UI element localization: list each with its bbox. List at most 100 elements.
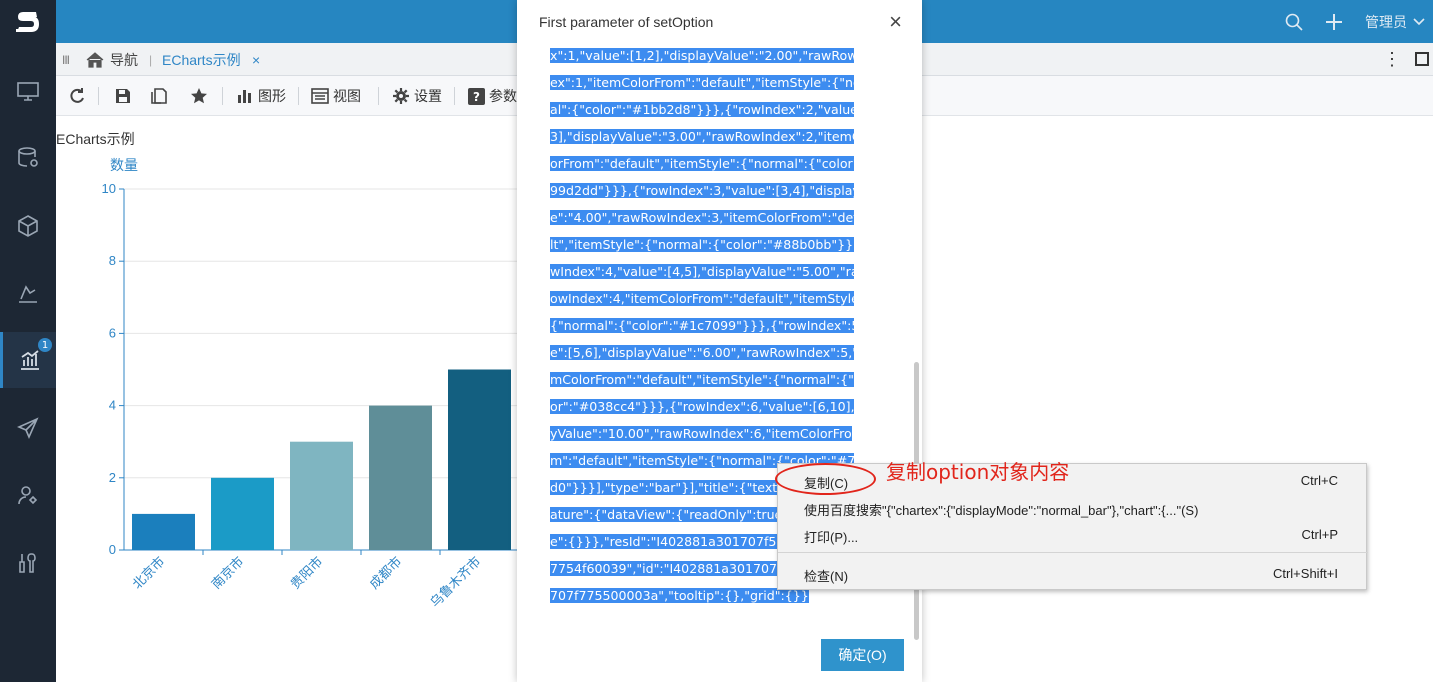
tab-echarts-example[interactable]: ECharts示例	[162, 43, 241, 76]
menu-divider	[778, 552, 1368, 553]
dialog-title: First parameter of setOption	[539, 14, 714, 30]
ok-button[interactable]: 确定(O)	[821, 639, 904, 671]
bar	[369, 405, 432, 550]
settings-button-label: 设置	[414, 88, 442, 104]
add-icon[interactable]	[1325, 13, 1343, 31]
params-button-label: 参数	[489, 88, 517, 104]
code-line: yValue":"10.00","rawRowIndex":6,"itemCol…	[550, 426, 852, 441]
search-icon[interactable]	[1285, 13, 1303, 31]
rail-item-cube[interactable]	[0, 198, 56, 254]
bar	[290, 441, 353, 550]
notification-badge: 1	[38, 338, 52, 352]
x-tick-label: 贵阳市	[287, 554, 325, 592]
breadcrumb-separator: |	[149, 52, 153, 67]
code-line: x":1,"value":[1,2],"displayValue":"2.00"…	[550, 42, 854, 69]
home-icon[interactable]	[86, 43, 104, 76]
tools-icon	[19, 553, 36, 573]
code-line: 3],"displayValue":"3.00","rawRowIndex":2…	[550, 123, 854, 150]
y-tick-label: 8	[109, 253, 116, 268]
bar	[211, 477, 274, 550]
code-line: al":{"color":"#1bb2d8"}}},{"rowIndex":2,…	[550, 96, 854, 123]
code-line: wIndex":4,"value":[4,5],"displayValue":"…	[550, 258, 854, 285]
code-line: 99d2dd"}}},{"rowIndex":3,"value":[3,4],"…	[550, 177, 854, 204]
code-line: ex":1,"itemColorFrom":"default","itemSty…	[550, 69, 854, 96]
help-icon: ?	[467, 87, 485, 105]
rail-item-send[interactable]	[0, 400, 56, 456]
send-icon	[17, 417, 39, 439]
settings-button[interactable]: 设置	[392, 76, 442, 116]
params-button[interactable]: ? 参数	[467, 76, 517, 116]
view-icon	[311, 87, 329, 105]
menu-item-shortcut: Ctrl+C	[1300, 473, 1338, 488]
app-logo[interactable]	[0, 0, 56, 43]
code-line: {"normal":{"color":"#1c7099"}}},{"rowInd…	[550, 312, 854, 339]
save-icon	[114, 87, 132, 105]
rail-item-reports[interactable]: 1	[0, 332, 56, 388]
x-tick-label: 北京市	[129, 554, 167, 592]
y-axis-label: 数量	[110, 157, 138, 173]
x-tick-label: 成都市	[366, 554, 404, 592]
x-tick-label: 南京市	[208, 554, 246, 592]
menu-item-inspect[interactable]: 检查(N) Ctrl+Shift+I	[778, 561, 1368, 587]
rail-item-tools[interactable]	[0, 535, 56, 591]
database-gear-icon	[18, 147, 38, 167]
left-rail: 1	[0, 0, 56, 682]
window-restore-icon[interactable]	[1415, 52, 1429, 66]
code-line: owIndex":4,"itemColorFrom":"default","it…	[550, 285, 854, 312]
cube-icon	[18, 215, 38, 237]
annotation-text: 复制option对象内容	[886, 460, 1070, 484]
x-tick-label: 乌鲁木齐市	[427, 554, 484, 611]
chart-button-label: 图形	[258, 88, 286, 104]
svg-text:?: ?	[473, 90, 480, 104]
chart-button[interactable]: 图形	[236, 76, 286, 116]
menu-item-shortcut: Ctrl+Shift+I	[1272, 566, 1338, 581]
y-tick-label: 2	[109, 470, 116, 485]
user-menu[interactable]: 管理员	[1365, 12, 1425, 32]
save-button[interactable]	[114, 76, 132, 116]
bar-chart: 数量 0 2 4 6 8 10 北京市 南京市 贵阳市 成都市 乌鲁木齐市	[102, 157, 526, 611]
monitor-icon	[17, 82, 39, 101]
close-icon[interactable]: ×	[889, 11, 902, 33]
save-as-button[interactable]	[150, 76, 168, 116]
annotation-circle	[775, 463, 876, 495]
user-settings-icon	[18, 486, 38, 505]
bar	[448, 369, 511, 550]
rail-item-user-settings[interactable]	[0, 467, 56, 523]
more-options-icon[interactable]: ⋮	[1383, 43, 1401, 76]
menu-item-label: 使用百度搜索"{"chartex":{"displayMode":"normal…	[804, 503, 1199, 518]
favorite-button[interactable]	[190, 76, 208, 116]
code-line: or":"#038cc4"}}},{"rowIndex":6,"value":[…	[550, 393, 854, 420]
y-tick-label: 4	[109, 398, 116, 413]
nav-breadcrumb[interactable]: 导航	[110, 43, 138, 76]
code-line: lt","itemStyle":{"normal":{"color":"#88b…	[550, 231, 854, 258]
dialog-header: First parameter of setOption ×	[517, 0, 922, 44]
rail-item-monitor[interactable]	[0, 63, 56, 119]
rail-item-database[interactable]	[0, 130, 56, 186]
view-button-label: 视图	[333, 88, 361, 104]
y-tick-label: 6	[109, 325, 116, 340]
menu-item-label: 打印(P)...	[804, 530, 859, 545]
gear-icon	[392, 87, 410, 105]
menu-item-label: 检查(N)	[804, 569, 849, 584]
menu-item-shortcut: Ctrl+P	[1301, 527, 1338, 542]
y-tick-label: 0	[109, 542, 116, 557]
bar-chart-icon	[236, 87, 254, 105]
menu-item-print[interactable]: 打印(P)... Ctrl+P	[778, 522, 1368, 548]
refresh-button[interactable]	[68, 76, 86, 116]
code-line: e":"4.00","rawRowIndex":3,"itemColorFrom…	[550, 204, 854, 231]
menu-item-search[interactable]: 使用百度搜索"{"chartex":{"displayMode":"normal…	[778, 495, 1368, 521]
rail-item-analysis[interactable]	[0, 265, 56, 321]
user-name: 管理员	[1365, 13, 1407, 30]
y-tick-label: 10	[102, 181, 116, 196]
bar	[132, 513, 195, 550]
analysis-icon	[19, 285, 37, 303]
tab-close-icon[interactable]: ×	[252, 43, 260, 76]
header-actions: 管理员	[1285, 0, 1425, 43]
chevron-down-icon	[1413, 17, 1425, 25]
save-as-icon	[150, 87, 168, 105]
star-icon	[190, 87, 208, 105]
code-line: e":[5,6],"displayValue":"6.00","rawRowIn…	[550, 339, 854, 366]
code-line: orFrom":"default","itemStyle":{"normal":…	[550, 150, 854, 177]
view-button[interactable]: 视图	[311, 76, 361, 116]
menu-toggle-icon[interactable]: III	[62, 43, 70, 76]
